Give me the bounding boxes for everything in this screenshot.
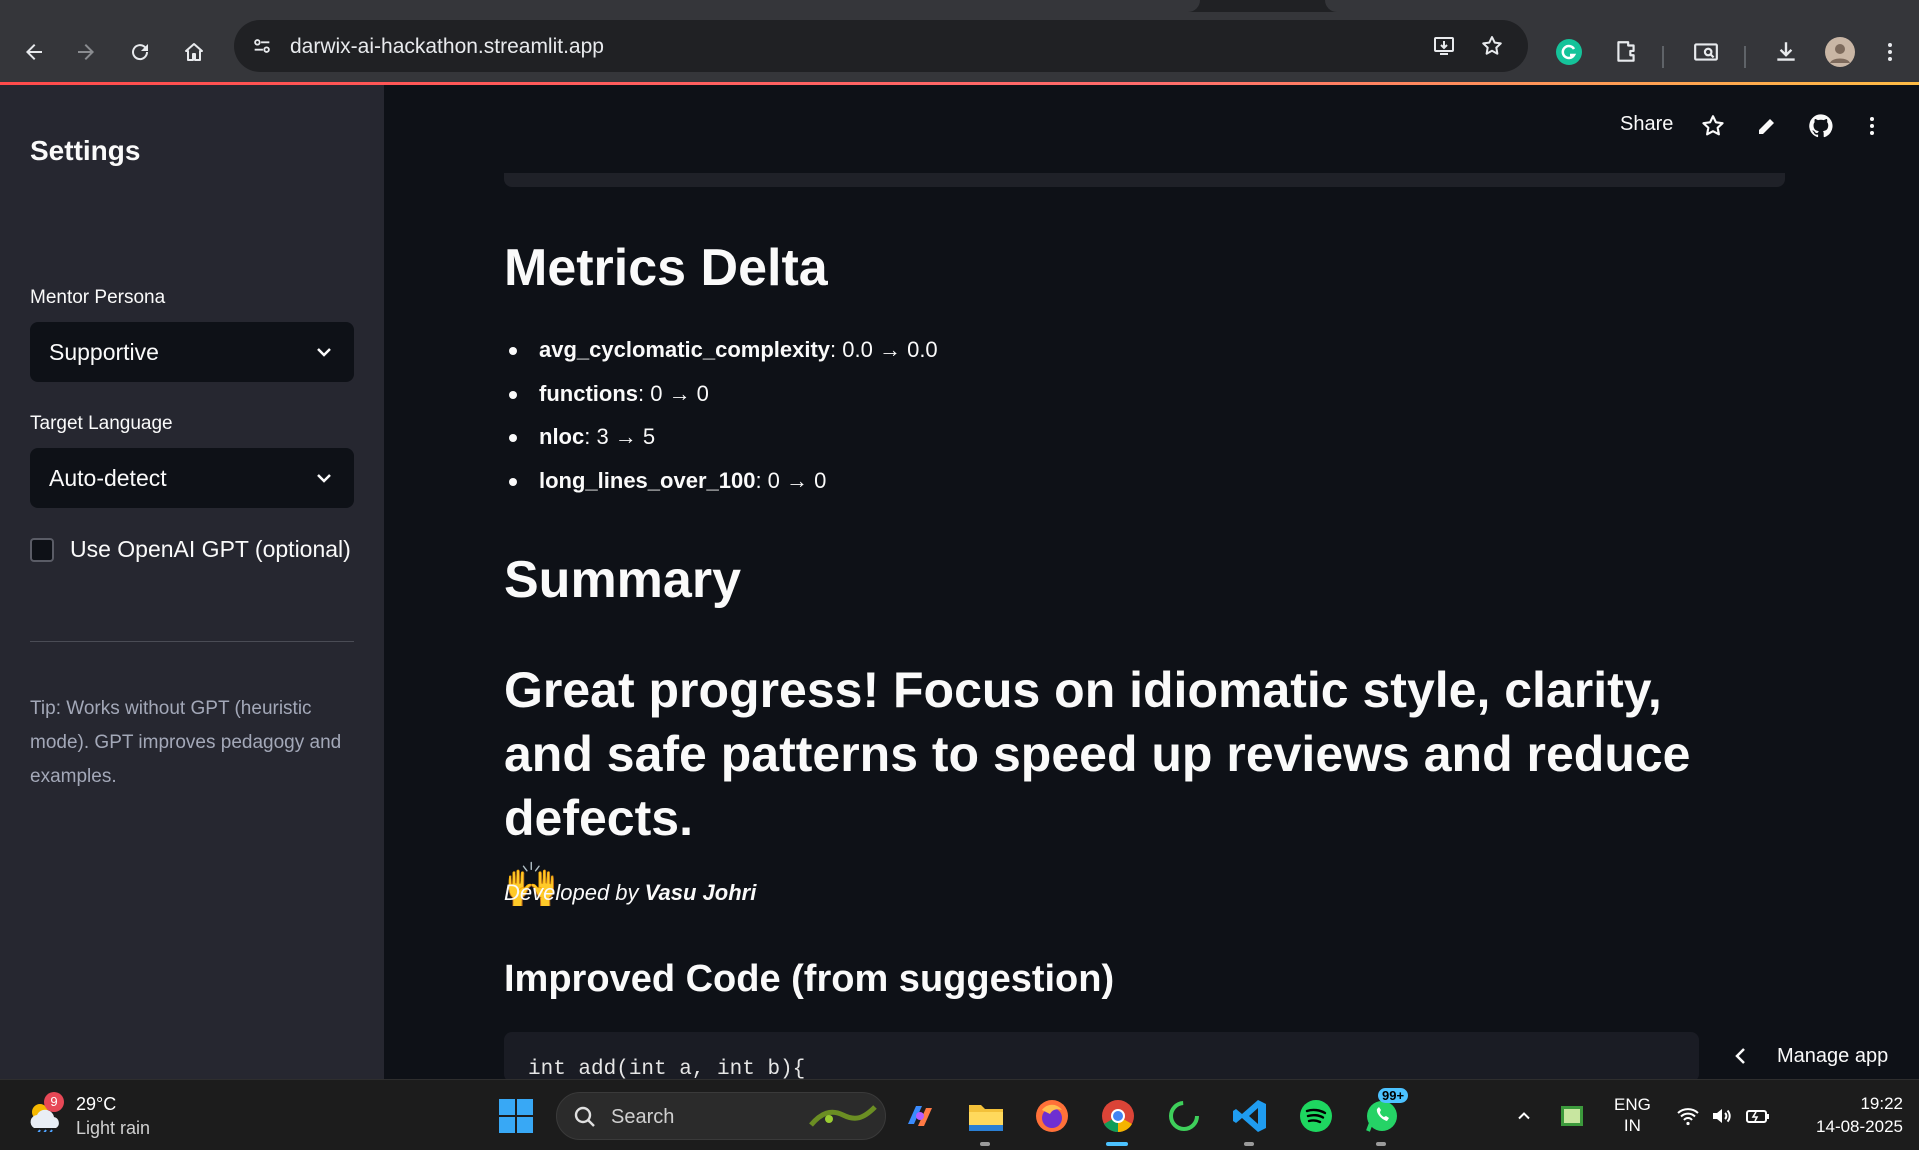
summary-message: Great progress! Focus on idiomatic style… <box>504 662 1691 846</box>
system-clock[interactable]: 19:22 14-08-2025 <box>1816 1092 1903 1138</box>
chevron-down-icon <box>312 466 336 490</box>
url-text[interactable]: darwix-ai-hackathon.streamlit.app <box>290 35 604 59</box>
bookmark-star-icon[interactable] <box>1478 32 1506 60</box>
weather-temp: 29°C <box>76 1094 117 1114</box>
list-item: nloc: 3 → 5 <box>504 419 938 463</box>
address-bar[interactable]: darwix-ai-hackathon.streamlit.app <box>234 20 1528 72</box>
whatsapp-icon[interactable]: 99+ <box>1360 1088 1409 1146</box>
language-line-2: IN <box>1623 1116 1641 1135</box>
spotify-icon[interactable] <box>1294 1094 1338 1138</box>
language-select[interactable]: Auto-detect <box>30 448 354 508</box>
sidebar <box>0 85 384 1079</box>
language-line-1: ENG <box>1614 1095 1651 1114</box>
chevron-down-icon <box>312 340 336 364</box>
code-line: int add(int a, int b){ <box>528 1058 806 1081</box>
metric-value: : 0 → 0 <box>638 380 709 406</box>
chevron-left-icon <box>1729 1044 1753 1068</box>
extensions-icon[interactable] <box>1608 34 1644 70</box>
back-icon[interactable] <box>14 32 54 72</box>
persona-select[interactable]: Supportive <box>30 322 354 382</box>
metrics-list: avg_cyclomatic_complexity: 0.0 → 0.0 fun… <box>504 332 938 506</box>
clock-time: 19:22 <box>1860 1094 1903 1113</box>
file-explorer-icon[interactable] <box>964 1094 1008 1146</box>
browser-toolbar: darwix-ai-hackathon.streamlit.app <box>0 12 1919 84</box>
wifi-icon[interactable] <box>1670 1094 1706 1138</box>
taskbar: 9 29°C Light rain Search 99+ ENG IN 19:2… <box>0 1079 1919 1150</box>
volume-icon[interactable] <box>1704 1094 1740 1138</box>
reload-icon[interactable] <box>120 32 160 72</box>
manage-app-button[interactable]: Manage app <box>1699 1032 1919 1080</box>
tab-strip <box>0 0 1919 12</box>
running-indicator <box>980 1142 990 1146</box>
search-icon <box>574 1106 595 1127</box>
code-title: Improved Code (from suggestion) <box>504 958 1115 1000</box>
clock-date: 14-08-2025 <box>1816 1117 1903 1136</box>
search-highlight-icon <box>809 1105 877 1127</box>
active-indicator <box>1106 1142 1128 1146</box>
developer-credit: Developed by Vasu Johri <box>504 880 756 906</box>
list-item: long_lines_over_100: 0 → 0 <box>504 463 938 507</box>
persona-select-value: Supportive <box>49 339 159 365</box>
firefox-icon[interactable] <box>1030 1094 1074 1138</box>
language-label: Target Language <box>30 413 173 434</box>
tab-search-icon[interactable] <box>1688 34 1724 70</box>
summary-title: Summary <box>504 551 741 609</box>
github-icon[interactable] <box>1805 110 1837 142</box>
language-indicator[interactable]: ENG IN <box>1614 1094 1651 1136</box>
code-block[interactable]: int add(int a, int b){ <box>504 1032 1699 1082</box>
developer-name: Vasu Johri <box>644 880 757 905</box>
downloads-icon[interactable] <box>1768 34 1804 70</box>
metrics-title: Metrics Delta <box>504 239 828 297</box>
install-app-icon[interactable] <box>1430 32 1458 60</box>
list-item: avg_cyclomatic_complexity: 0.0 → 0.0 <box>504 332 938 376</box>
metric-key: nloc <box>539 424 585 449</box>
manage-app-label: Manage app <box>1777 1045 1889 1067</box>
battery-icon[interactable] <box>1740 1094 1776 1138</box>
site-info-icon[interactable] <box>248 32 276 60</box>
metric-value: : 0.0 → 0.0 <box>830 337 938 362</box>
browser-chrome: darwix-ai-hackathon.streamlit.app <box>0 0 1919 85</box>
running-indicator <box>1376 1142 1386 1146</box>
gpt-checkbox[interactable] <box>30 538 54 562</box>
profile-avatar[interactable] <box>1822 34 1858 70</box>
summary-text: Great progress! Focus on idiomatic style… <box>504 658 1764 914</box>
weather-condition: Light rain <box>76 1118 151 1138</box>
app-menu-icon[interactable] <box>1856 110 1888 142</box>
windows-start-icon[interactable] <box>494 1094 538 1138</box>
weather-badge: 9 <box>44 1092 64 1112</box>
metric-key: long_lines_over_100 <box>539 467 756 493</box>
forward-icon[interactable] <box>66 32 106 72</box>
star-icon[interactable] <box>1697 110 1729 142</box>
edit-icon[interactable] <box>1751 110 1783 142</box>
browser-menu-icon[interactable] <box>1872 34 1908 70</box>
metric-value: : 3 → 5 <box>584 424 656 449</box>
whatsapp-badge: 99+ <box>1378 1088 1409 1103</box>
metric-key: functions <box>539 380 638 406</box>
taskbar-search[interactable]: Search <box>556 1092 886 1140</box>
sidebar-title: Settings <box>30 135 141 166</box>
loading-app-icon[interactable] <box>1162 1094 1206 1138</box>
grammarly-icon[interactable] <box>1551 34 1587 70</box>
chevron-up-icon[interactable] <box>1504 1094 1544 1138</box>
copilot-icon[interactable] <box>898 1094 942 1138</box>
taskbar-search-label: Search <box>611 1106 675 1128</box>
weather-widget[interactable]: 9 29°C Light rain <box>22 1090 242 1140</box>
running-indicator <box>1244 1142 1254 1146</box>
metric-value: : 0 → 0 <box>755 467 827 493</box>
language-select-value: Auto-detect <box>49 465 167 491</box>
developer-prefix: Developed by <box>504 880 645 905</box>
metric-key: avg_cyclomatic_complexity <box>539 337 831 362</box>
chrome-icon[interactable] <box>1096 1094 1140 1146</box>
vscode-icon[interactable] <box>1228 1094 1272 1146</box>
previous-block-edge <box>504 173 1785 187</box>
home-icon[interactable] <box>174 32 214 72</box>
tray-app-icon[interactable] <box>1552 1094 1592 1138</box>
persona-label: Mentor Persona <box>30 287 166 308</box>
share-button[interactable]: Share <box>1620 113 1673 136</box>
gpt-checkbox-label[interactable]: Use OpenAI GPT (optional) <box>70 536 351 563</box>
sidebar-divider <box>30 641 354 642</box>
list-item: functions: 0 → 0 <box>504 376 938 420</box>
sidebar-tip: Tip: Works without GPT (heuristic mode).… <box>30 698 342 787</box>
